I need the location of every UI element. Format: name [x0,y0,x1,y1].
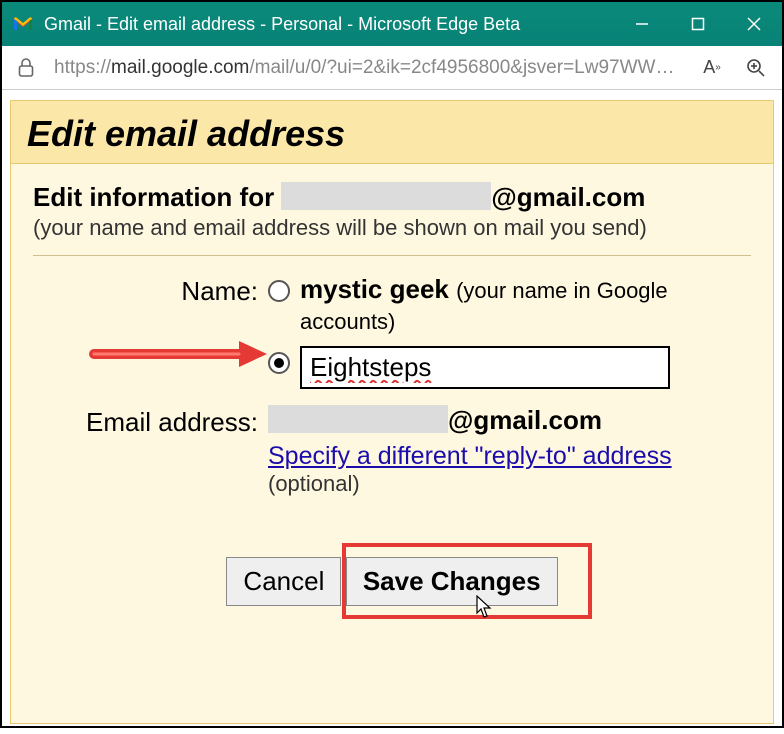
google-account-name: mystic geek [300,274,449,304]
button-row: Cancel Save Changes [33,557,751,606]
name-label: Name: [33,274,268,307]
info-prefix: Edit information for [33,182,281,212]
info-suffix: @gmail.com [491,182,645,212]
reply-to-link[interactable]: Specify a different "reply-to" address [268,442,672,470]
url-text[interactable]: https://mail.google.com/mail/u/0/?ui=2&i… [54,57,682,79]
info-subtext: (your name and email address will be sho… [33,215,751,241]
window-title: Gmail - Edit email address - Personal - … [44,14,614,35]
custom-name-input[interactable] [300,346,670,389]
save-changes-button[interactable]: Save Changes [346,557,558,606]
radio-icon[interactable] [268,280,290,302]
url-host: mail.google.com [111,57,249,78]
redacted-username [281,182,491,210]
optional-text: (optional) [268,471,751,497]
url-scheme: https:// [54,57,111,78]
cancel-button[interactable]: Cancel [226,557,341,606]
edit-email-panel: Edit email address Edit information for … [10,100,774,724]
lock-icon[interactable] [14,56,38,80]
email-label: Email address: [33,405,268,438]
email-value: @gmail.com [268,405,751,436]
panel-body: Edit information for @gmail.com (your na… [11,163,773,723]
window-titlebar: Gmail - Edit email address - Personal - … [2,2,782,46]
maximize-button[interactable] [670,2,726,46]
name-option-google[interactable]: mystic geek (your name in Google account… [268,274,751,336]
radio-icon[interactable] [268,352,290,374]
page-content: Edit email address Edit information for … [2,90,782,734]
name-row: Name: mystic geek (your name in Google a… [33,274,751,399]
redacted-email-local [268,405,448,433]
close-button[interactable] [726,2,782,46]
annotation-arrow-icon [89,339,269,369]
email-row: Email address: @gmail.com Specify a diff… [33,405,751,497]
minimize-button[interactable] [614,2,670,46]
address-bar: https://mail.google.com/mail/u/0/?ui=2&i… [2,46,782,90]
read-aloud-icon[interactable]: A» [698,54,726,82]
zoom-icon[interactable] [742,54,770,82]
info-header: Edit information for @gmail.com [33,182,751,213]
url-path: /mail/u/0/?ui=2&ik=2cf4956800&jsver=Lw97… [249,57,682,78]
gmail-logo-icon [12,13,34,35]
radio-label: mystic geek (your name in Google account… [300,274,751,336]
email-domain: @gmail.com [448,405,602,435]
panel-title: Edit email address [11,101,773,163]
divider [33,255,751,256]
name-option-custom[interactable] [268,346,751,389]
